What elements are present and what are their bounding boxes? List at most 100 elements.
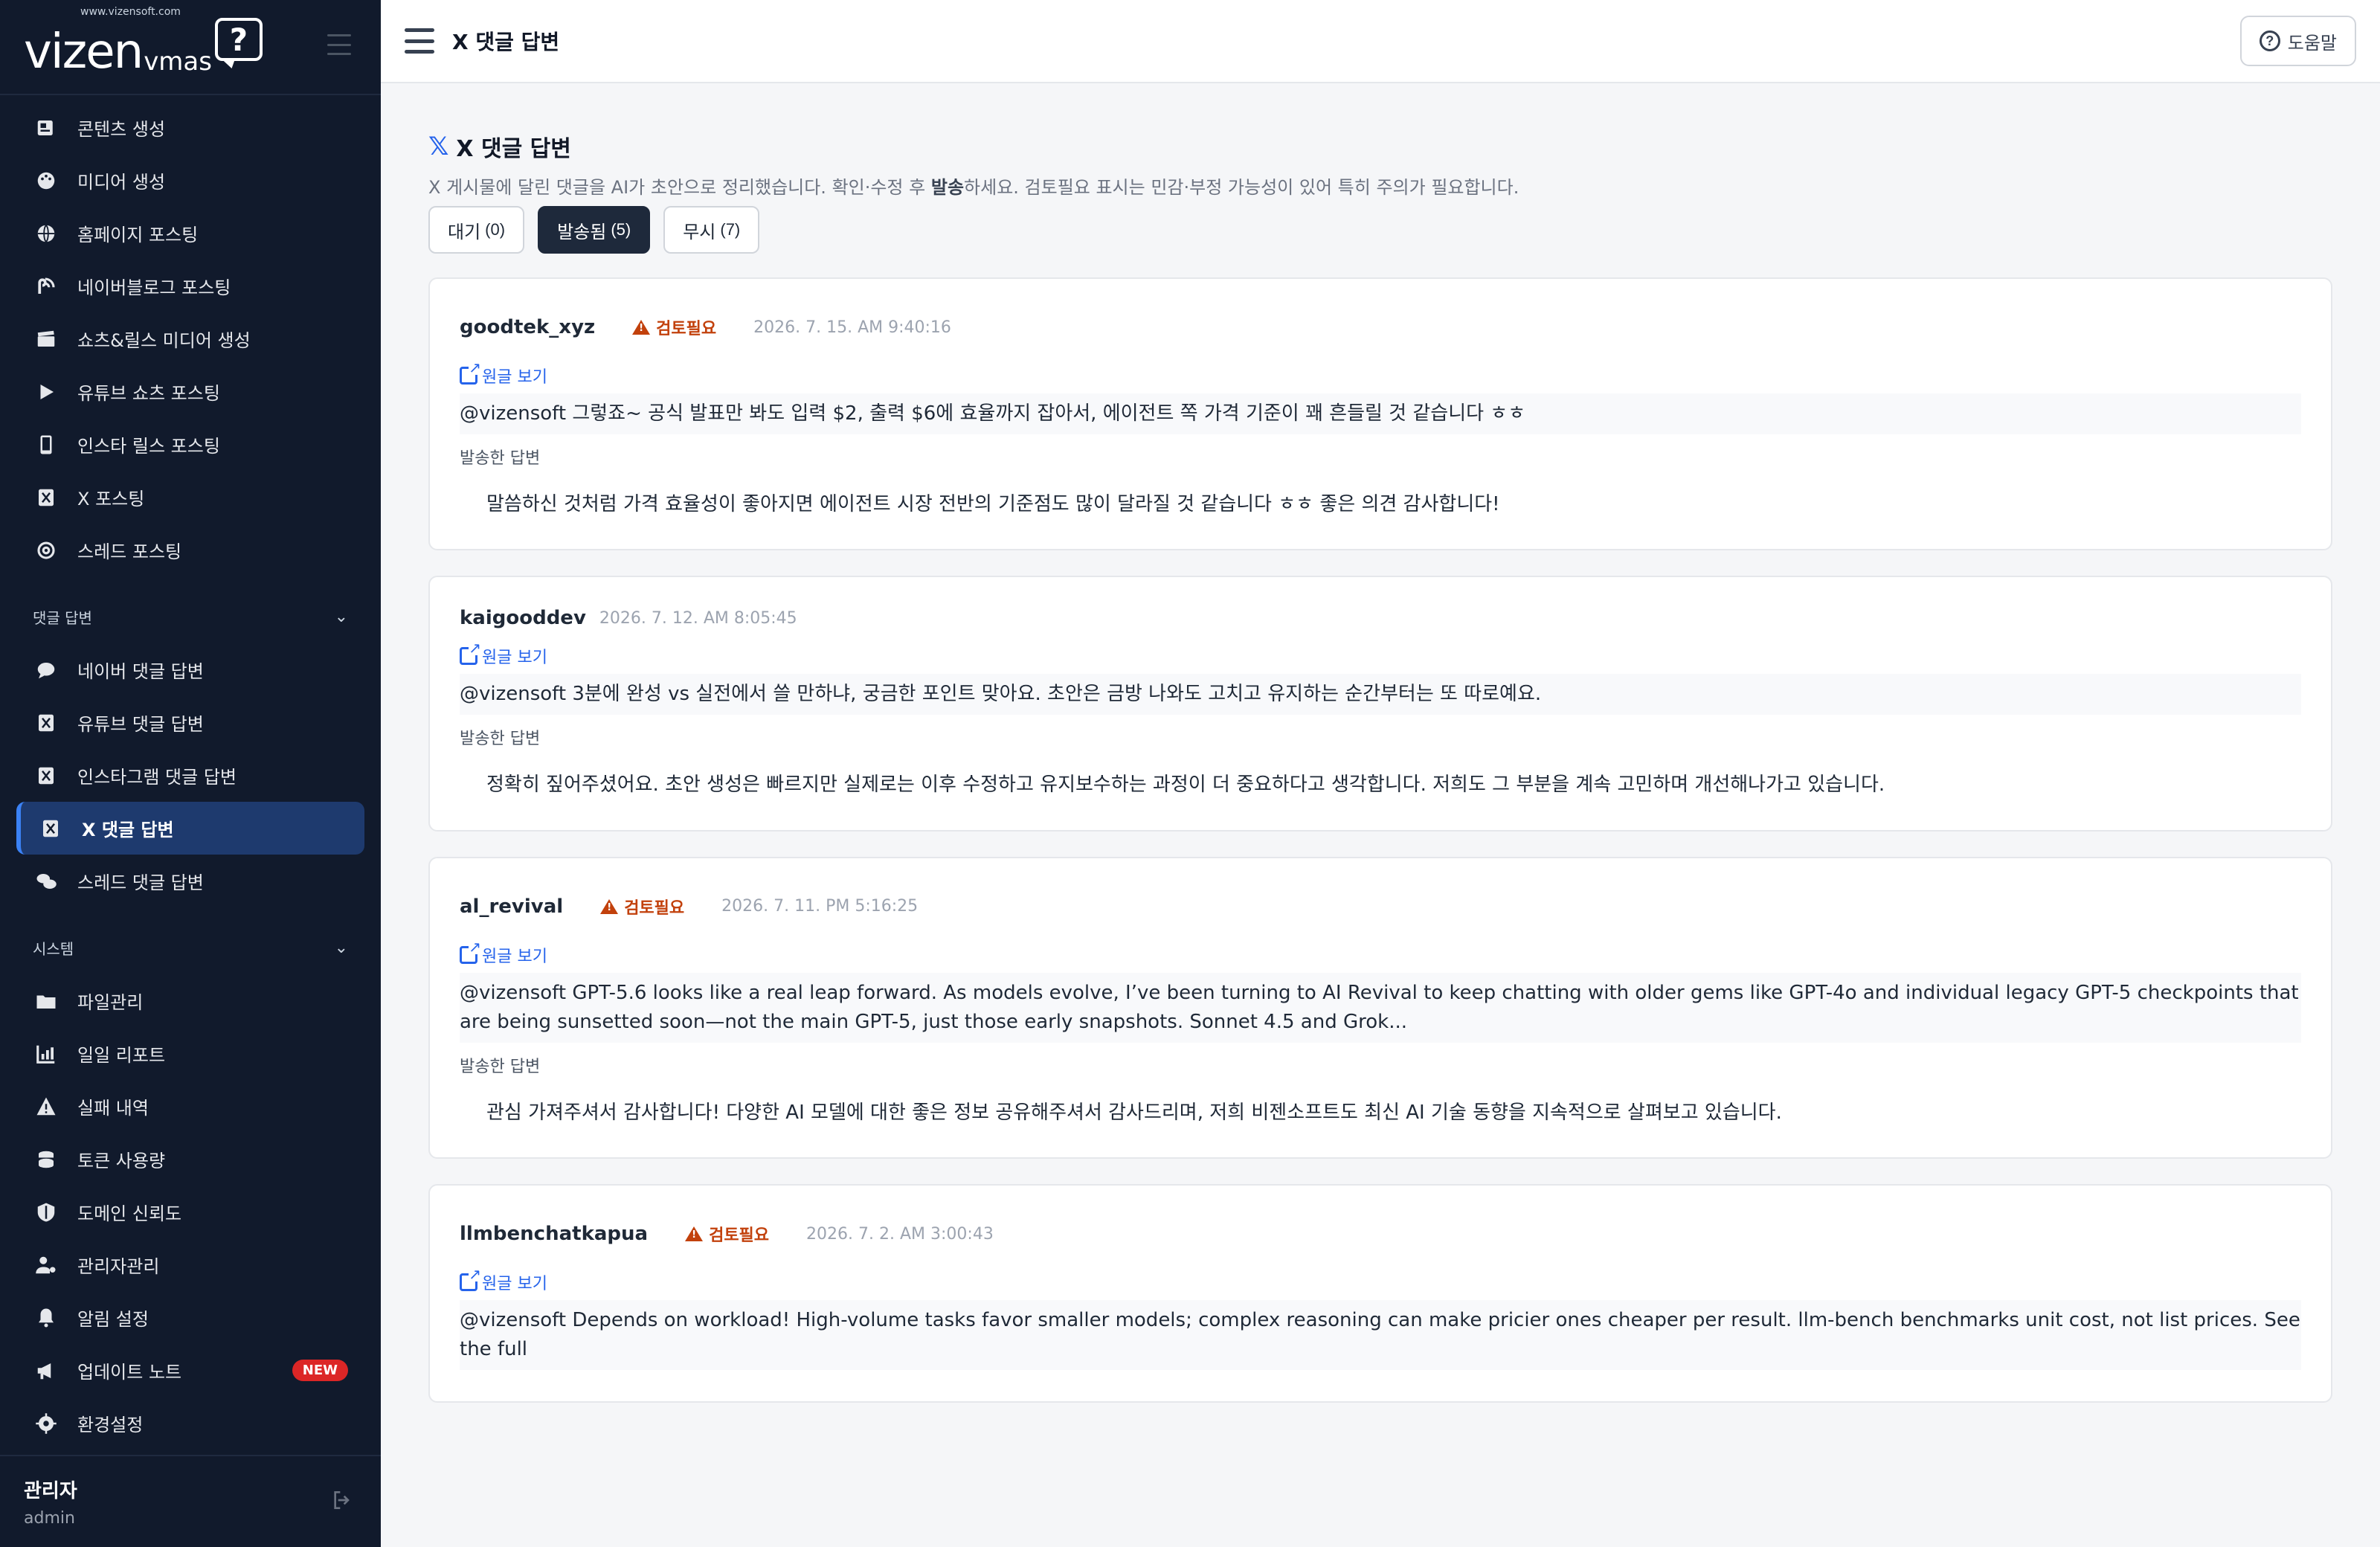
help-icon: ? xyxy=(2259,30,2280,51)
status-tab[interactable]: 대기 (0) xyxy=(428,206,525,254)
sidebar-item[interactable]: 알림 설정 xyxy=(0,1291,381,1344)
sidebar-item[interactable]: 스레드 포스팅 xyxy=(0,524,381,576)
help-button[interactable]: ? 도움말 xyxy=(2239,16,2356,66)
sidebar-item[interactable]: 홈페이지 포스팅 xyxy=(0,207,381,260)
sidebar-item-label: 유튜브 쇼츠 포스팅 xyxy=(77,383,220,404)
comment-date: 2026. 7. 2. AM 3:00:43 xyxy=(806,1224,994,1244)
sidebar-item[interactable]: X 포스팅 xyxy=(0,471,381,524)
section-header-reply[interactable]: 댓글 답변 ⌄ xyxy=(0,590,381,643)
sidebar-item-label: 홈페이지 포스팅 xyxy=(77,225,199,245)
sidebar-item[interactable]: 도메인 신뢰도 xyxy=(0,1186,381,1238)
sidebar-item[interactable]: 실패 내역 xyxy=(0,1080,381,1133)
original-post-link[interactable]: 원글 보기 xyxy=(460,640,2301,668)
sidebar-item[interactable]: 쇼츠&릴스 미디어 생성 xyxy=(0,312,381,365)
sidebar-item[interactable]: 파일관리 xyxy=(0,974,381,1027)
comment-card: kaigooddev 2026. 7. 12. AM 8:05:45 원글 보기 @v… xyxy=(428,576,2332,832)
comment-text: @vizensoft GPT-5.6 looks like a real lea… xyxy=(460,972,2301,1043)
user-gear-icon xyxy=(33,1252,60,1279)
megaphone-icon xyxy=(33,1357,60,1384)
sidebar-item-label: 네이버블로그 포스팅 xyxy=(77,277,231,298)
sidebar-item-label: 알림 설정 xyxy=(77,1309,149,1330)
comment-date: 2026. 7. 15. AM 9:40:16 xyxy=(753,318,951,337)
status-tabs: 대기 (0) 발송됨 (5) 무시 (7) xyxy=(428,206,2332,254)
status-tab[interactable]: 무시 (7) xyxy=(663,206,760,254)
sidebar-collapse-button[interactable] xyxy=(327,34,351,55)
tab-label: 발송됨 xyxy=(557,222,607,242)
comment-card: llmbenchatkapua 검토필요 2026. 7. 2. AM 3:00:4… xyxy=(428,1184,2332,1403)
menu-toggle-icon[interactable] xyxy=(405,28,434,54)
page-title: 𝕏 X 댓글 답변 xyxy=(428,128,2332,165)
sidebar-item[interactable]: 환경설정 xyxy=(0,1397,381,1450)
sidebar-item[interactable]: 네이버 댓글 답변 xyxy=(0,643,381,696)
chevron-down-icon: ⌄ xyxy=(334,607,348,626)
section-header-system[interactable]: 시스템 ⌄ xyxy=(0,921,381,974)
sidebar-item[interactable]: X 댓글 답변 xyxy=(16,802,364,855)
sidebar-item[interactable]: 미디어 생성 xyxy=(0,154,381,207)
logo-main: vizen xyxy=(24,25,144,80)
logo-row: www.vizensoft.com vizen vmas ? xyxy=(0,0,381,95)
sidebar-item-label: 인스타 릴스 포스팅 xyxy=(77,436,220,457)
comment-card: al_revival 검토필요 2026. 7. 11. PM 5:16:25 원글 … xyxy=(428,856,2332,1160)
tab-label: 무시 xyxy=(683,222,716,242)
comment-text: @vizensoft 그렇죠~ 공식 발표만 봐도 입력 $2, 출력 $6에 … xyxy=(460,393,2301,434)
x-icon xyxy=(33,710,60,736)
user-name: 관리자 xyxy=(24,1480,77,1502)
original-link-label: 원글 보기 xyxy=(482,947,547,966)
sidebar-item[interactable]: 네이버블로그 포스팅 xyxy=(0,260,381,312)
original-post-link[interactable]: 원글 보기 xyxy=(460,360,2301,387)
description-text: X 게시물에 달린 댓글을 AI가 초안으로 정리했습니다. 확인·수정 후 xyxy=(428,177,931,198)
comment-author: llmbenchatkapua xyxy=(460,1223,649,1246)
sidebar-item[interactable]: 업데이트 노트 NEW xyxy=(0,1344,381,1397)
comment-header: kaigooddev 2026. 7. 12. AM 8:05:45 xyxy=(460,599,2301,637)
sidebar-item-label: X 포스팅 xyxy=(77,489,145,509)
logo-question-bubble-icon: ? xyxy=(214,18,263,61)
comment-list: goodtek_xyz 검토필요 2026. 7. 15. AM 9:40:16 원글… xyxy=(428,277,2332,1403)
original-link-label: 원글 보기 xyxy=(482,1275,547,1294)
tab-count: (0) xyxy=(485,220,506,239)
description-bold: 발송 xyxy=(930,177,965,198)
sidebar-item[interactable]: 스레드 댓글 답변 xyxy=(0,855,381,907)
reply-text: 정확히 짚어주셨어요. 초안 생성은 빠르지만 실제로는 이후 수정하고 유지보… xyxy=(486,774,1885,797)
folder-icon xyxy=(33,988,60,1014)
tab-label: 대기 xyxy=(448,222,481,242)
logo[interactable]: www.vizensoft.com vizen vmas ? xyxy=(24,6,263,80)
original-post-link[interactable]: 원글 보기 xyxy=(460,1267,2301,1294)
sidebar-item-label: 관리자관리 xyxy=(77,1256,160,1277)
globe-icon xyxy=(33,220,60,247)
status-tab[interactable]: 발송됨 (5) xyxy=(538,206,651,254)
comment-author: kaigooddev xyxy=(460,607,586,630)
page-description: X 게시물에 달린 댓글을 AI가 초안으로 정리했습니다. 확인·수정 후 발… xyxy=(428,173,2332,199)
phone-icon xyxy=(33,431,60,458)
sidebar-item-label: X 댓글 답변 xyxy=(82,820,174,840)
sidebar-item-label: 네이버 댓글 답변 xyxy=(77,661,204,682)
chevron-down-icon: ⌄ xyxy=(334,938,348,957)
sidebar-item[interactable]: 콘텐츠 생성 xyxy=(0,101,381,154)
sidebar-item-label: 유튜브 댓글 답변 xyxy=(77,714,204,735)
sidebar-item[interactable]: 인스타그램 댓글 답변 xyxy=(0,749,381,802)
section-label: 댓글 답변 xyxy=(33,608,92,627)
sidebar-item[interactable]: 일일 리포트 xyxy=(0,1027,381,1080)
original-post-link[interactable]: 원글 보기 xyxy=(460,939,2301,967)
sidebar-item[interactable]: 인스타 릴스 포스팅 xyxy=(0,418,381,471)
review-label: 검토필요 xyxy=(709,1226,770,1246)
section-label: 시스템 xyxy=(33,939,74,958)
comment-card: goodtek_xyz 검토필요 2026. 7. 15. AM 9:40:16 원글… xyxy=(428,277,2332,551)
sidebar-item[interactable]: 토큰 사용량 xyxy=(0,1133,381,1186)
clapper-icon xyxy=(33,326,60,353)
comment-icon xyxy=(33,657,60,684)
sidebar-item[interactable]: 유튜브 쇼츠 포스팅 xyxy=(0,365,381,418)
x-logo-icon: 𝕏 xyxy=(428,132,449,161)
comment-date: 2026. 7. 11. PM 5:16:25 xyxy=(721,897,919,916)
comment-text: @vizensoft Depends on workload! High-vol… xyxy=(460,1300,2301,1371)
external-link-icon xyxy=(460,360,481,385)
logout-icon[interactable] xyxy=(330,1488,357,1515)
newspaper-icon xyxy=(33,115,60,141)
reply-label: 발송한 답변 xyxy=(460,1057,541,1076)
comment-header: al_revival 검토필요 2026. 7. 11. PM 5:16:25 xyxy=(460,888,2301,925)
sidebar-item-label: 콘텐츠 생성 xyxy=(77,119,166,140)
sidebar-item[interactable]: 관리자관리 xyxy=(0,1238,381,1291)
sidebar-item[interactable]: 유튜브 댓글 답변 xyxy=(0,696,381,749)
user-role: admin xyxy=(24,1509,75,1528)
review-badge: 검토필요 xyxy=(600,895,684,919)
sidebar-item-label: 쇼츠&릴스 미디어 생성 xyxy=(77,330,251,351)
